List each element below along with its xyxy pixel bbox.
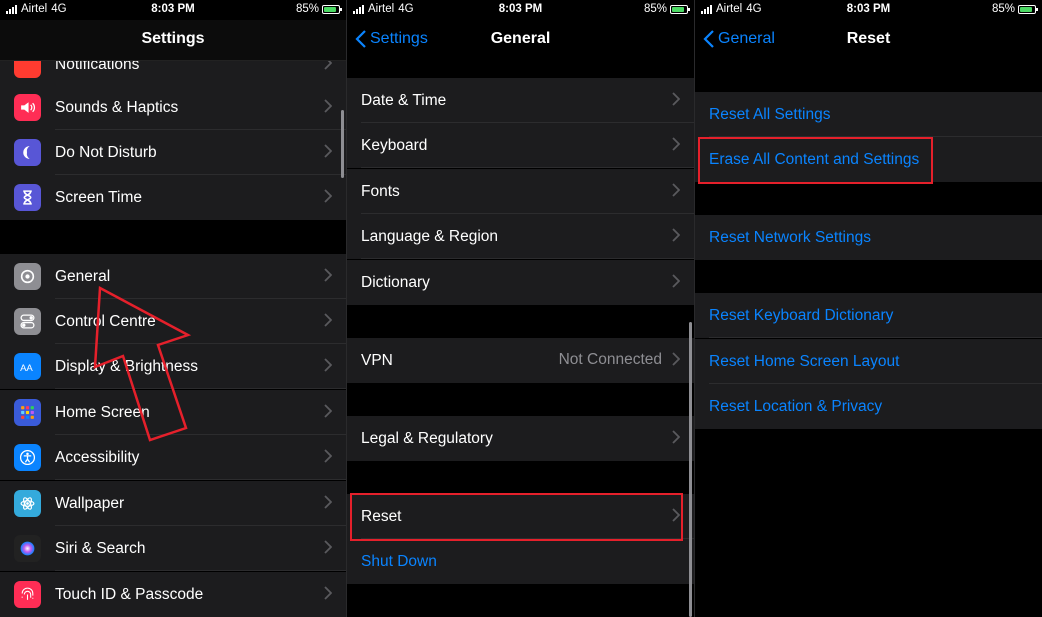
chevron-right-icon <box>672 430 680 444</box>
reset-keyboard-dictionary[interactable]: Reset Keyboard Dictionary <box>695 293 1042 338</box>
page-title: General <box>490 30 551 47</box>
general-item-reset[interactable]: Reset <box>347 494 694 539</box>
reset-item-label: Reset Network Settings <box>709 228 871 246</box>
general-item-label: VPN <box>361 351 393 369</box>
general-item-date-time[interactable]: Date & Time <box>347 78 694 123</box>
annotation-arrow <box>93 285 192 442</box>
general-item-legal[interactable]: Legal & Regulatory <box>347 416 694 461</box>
general-item-label: Legal & Regulatory <box>361 429 493 447</box>
general-item-dictionary[interactable]: Dictionary <box>347 260 694 305</box>
general-item-label: Reset <box>361 507 402 525</box>
general-item-keyboard[interactable]: Keyboard <box>347 123 694 168</box>
chevron-right-icon <box>672 274 680 288</box>
general-item-vpn[interactable]: VPN Not Connected <box>347 338 694 383</box>
battery-percent: 85% <box>991 3 1015 15</box>
general-item-shut-down[interactable]: Shut Down <box>347 539 694 584</box>
reset-item-label: Reset All Settings <box>709 105 831 123</box>
general-item-label: Keyboard <box>361 136 428 154</box>
reset-location-privacy[interactable]: Reset Location & Privacy <box>695 384 1042 429</box>
status-time: 8:03 PM <box>498 3 543 15</box>
reset-home-screen-layout[interactable]: Reset Home Screen Layout <box>695 339 1042 384</box>
chevron-right-icon <box>672 228 680 242</box>
general-item-label: Dictionary <box>361 273 430 291</box>
chevron-right-icon <box>672 352 680 366</box>
general-item-language-region[interactable]: Language & Region <box>347 214 694 259</box>
general-item-label: Fonts <box>361 182 400 200</box>
reset-network-settings[interactable]: Reset Network Settings <box>695 215 1042 260</box>
battery-icon <box>670 4 690 14</box>
reset-item-label: Erase All Content and Settings <box>709 150 920 168</box>
battery-percent: 85% <box>643 3 667 15</box>
chevron-right-icon <box>672 137 680 151</box>
chevron-right-icon <box>672 92 680 106</box>
shut-down-label: Shut Down <box>361 552 437 570</box>
settings-screen: Airtel 4G 8:03 PM 85% Settings Notificat… <box>0 0 346 617</box>
scrollbar[interactable] <box>689 322 692 617</box>
general-item-label: Language & Region <box>361 227 499 245</box>
nav-bar: General Reset <box>695 20 1042 60</box>
reset-screen: Airtel 4G 8:03 PM 85% General Reset Rese… <box>695 0 1042 617</box>
page-title: Reset <box>846 30 891 47</box>
erase-all-content[interactable]: Erase All Content and Settings <box>695 137 1042 182</box>
reset-item-label: Reset Home Screen Layout <box>709 352 900 370</box>
nav-bar: Settings General <box>347 20 694 60</box>
general-item-fonts[interactable]: Fonts <box>347 169 694 214</box>
battery-icon <box>1018 4 1038 14</box>
general-item-label: Date & Time <box>361 91 447 109</box>
general-screen: Airtel 4G 8:03 PM 85% Settings General D… <box>347 0 694 617</box>
chevron-right-icon <box>672 183 680 197</box>
status-bar: Airtel 4G 8:03 PM 85% <box>347 0 694 20</box>
status-bar: Airtel 4G 8:03 PM 85% <box>695 0 1042 20</box>
reset-item-label: Reset Keyboard Dictionary <box>709 306 894 324</box>
reset-item-label: Reset Location & Privacy <box>709 397 883 415</box>
chevron-right-icon <box>672 508 680 522</box>
status-time: 8:03 PM <box>846 3 891 15</box>
reset-all-settings[interactable]: Reset All Settings <box>695 92 1042 137</box>
vpn-status: Not Connected <box>558 351 662 368</box>
